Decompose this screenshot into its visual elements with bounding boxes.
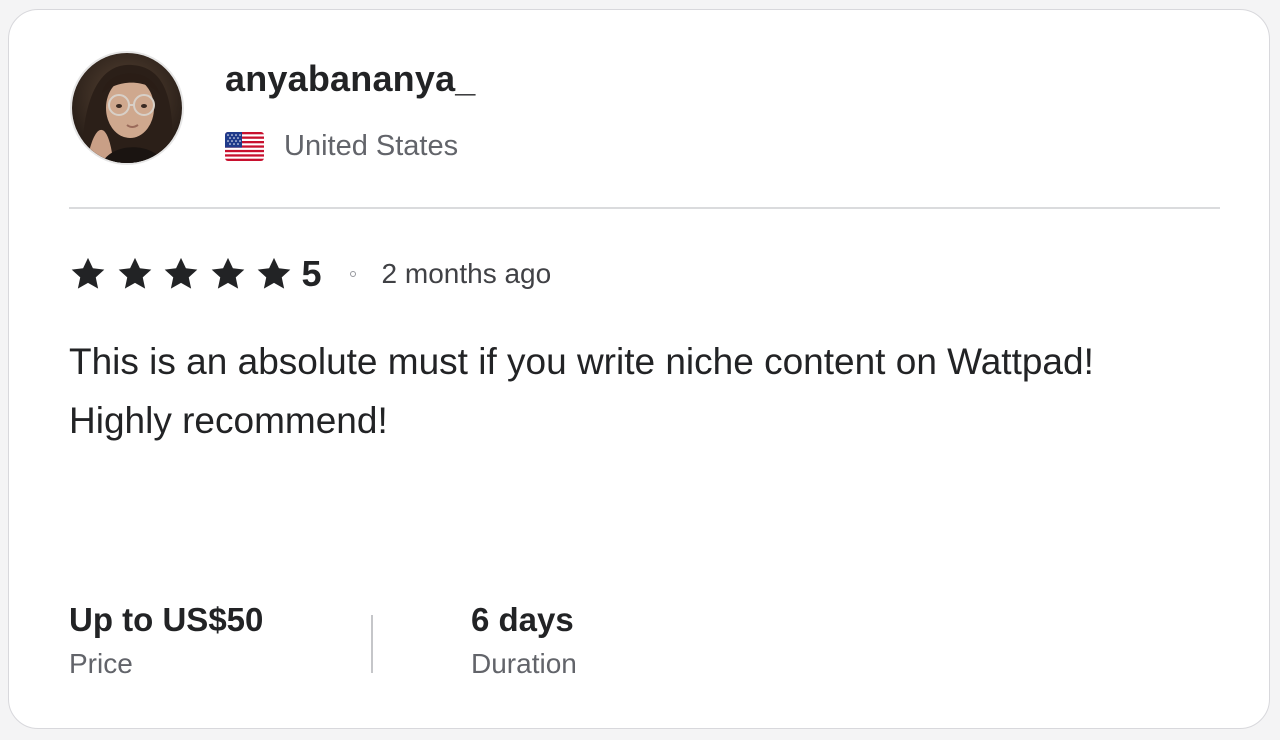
reviewer-country: United States	[225, 126, 458, 166]
star-icon	[164, 257, 198, 289]
star-icon	[211, 257, 244, 289]
price-stat: Up to US$50 Price	[69, 598, 263, 680]
separator-dot	[349, 271, 356, 277]
us-flag-icon	[225, 131, 264, 161]
avatar-image	[72, 53, 182, 163]
duration-label: Duration	[471, 648, 577, 679]
stat-divider	[371, 615, 373, 673]
duration-stat: 6 days Duration	[471, 598, 577, 680]
star-icon	[257, 257, 291, 289]
header-divider	[69, 207, 1220, 209]
reviewer-username[interactable]: anyabananya_	[225, 58, 476, 100]
rating-value: 5	[301, 253, 322, 294]
review-text: This is an absolute must if you write ni…	[69, 341, 1094, 441]
star-icon	[118, 257, 151, 289]
review-card: anyabananya_ United States 5 2 months ag…	[8, 9, 1270, 729]
review-time: 2 months ago	[381, 258, 552, 289]
star-icon	[71, 257, 105, 289]
country-name: United States	[284, 129, 459, 162]
avatar[interactable]	[70, 51, 184, 165]
duration-value: 6 days	[471, 601, 574, 638]
price-label: Price	[69, 648, 133, 679]
price-value: Up to US$50	[69, 601, 264, 638]
rating-row: 5 2 months ago	[69, 250, 551, 298]
